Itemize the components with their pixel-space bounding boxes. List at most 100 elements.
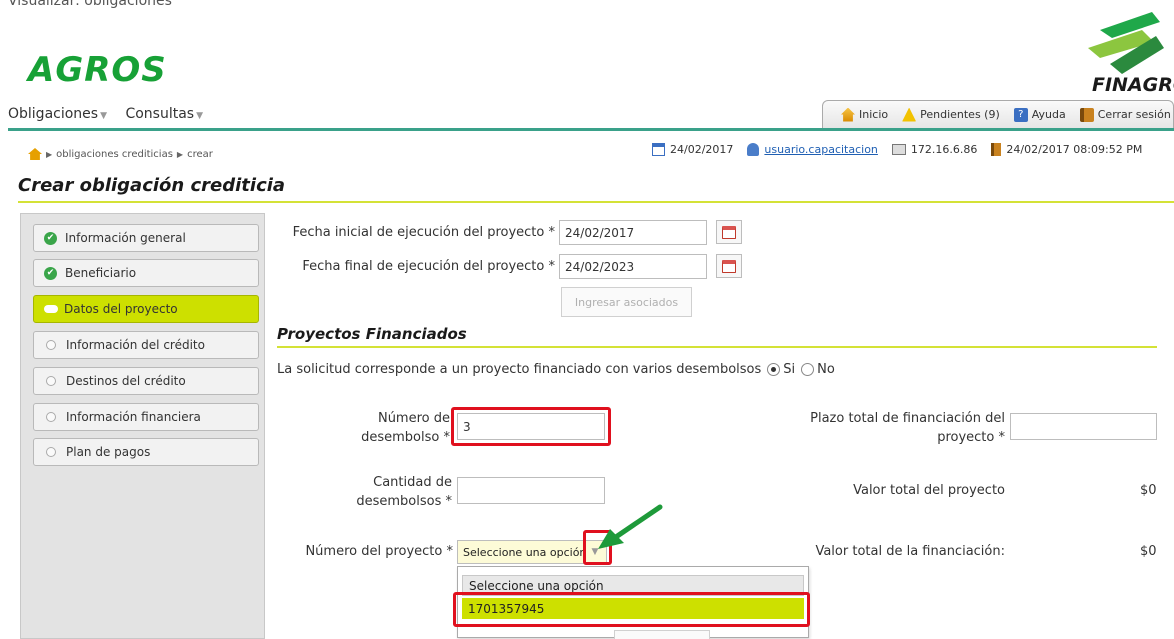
- sidebar-item-informacion-financiera[interactable]: Información financiera: [33, 403, 259, 431]
- user-link[interactable]: usuario.capacitacion: [764, 143, 878, 156]
- sidebar-item-datos-del-proyecto[interactable]: Datos del proyecto: [33, 295, 259, 323]
- warning-icon: [902, 107, 917, 122]
- varios-desembolsos-question: La solicitud corresponde a un proyecto f…: [277, 362, 835, 377]
- pending-step-icon: [46, 376, 56, 386]
- toolbar-pendientes[interactable]: Pendientes (9): [902, 107, 1000, 122]
- title-divider: [18, 201, 1174, 203]
- radio-no[interactable]: [801, 363, 815, 376]
- sidebar-item-beneficiario[interactable]: ✔ Beneficiario: [33, 259, 259, 287]
- pending-step-icon: [46, 340, 56, 350]
- cantidad-desembolsos-label-line2: desembolsos *: [356, 494, 452, 509]
- steps-sidebar: ✔ Información general ✔ Beneficiario Dat…: [20, 213, 265, 639]
- varios-desembolsos-label: La solicitud corresponde a un proyecto f…: [277, 362, 762, 377]
- toolbar-ayuda-label: Ayuda: [1031, 108, 1066, 121]
- status-date-value: 24/02/2017: [670, 143, 734, 156]
- cantidad-desembolsos-input[interactable]: [457, 477, 605, 504]
- main-menu: Obligaciones ▼ Consultas ▼: [8, 106, 217, 122]
- plazo-total-label: Plazo total de financiación del proyecto…: [790, 409, 1005, 447]
- finagro-wordmark: FINAGRO: [1092, 74, 1174, 96]
- numero-desembolso-label-line1: Número de: [377, 411, 450, 426]
- cantidad-desembolsos-label-line1: Cantidad de: [373, 475, 452, 490]
- toolbar-cerrar-sesion[interactable]: Cerrar sesión: [1079, 107, 1171, 122]
- cantidad-desembolsos-label: Cantidad de desembolsos *: [330, 473, 452, 511]
- chevron-right-icon: ▶: [46, 149, 53, 159]
- help-icon: ?: [1013, 107, 1028, 122]
- chevron-down-icon: ▼: [100, 111, 108, 121]
- door-icon: [991, 143, 1002, 156]
- sidebar-item-label: Información del crédito: [66, 338, 205, 352]
- status-bar: 24/02/2017 usuario.capacitacion 172.16.6…: [652, 143, 1156, 156]
- valor-total-financiacion-label: Valor total de la financiación:: [815, 544, 1005, 559]
- breadcrumb-obligaciones[interactable]: obligaciones crediticias: [56, 149, 173, 160]
- breadcrumb-crear: crear: [187, 148, 213, 160]
- radio-no-label: No: [817, 362, 835, 377]
- sidebar-item-label: Plan de pagos: [66, 445, 151, 459]
- agros-logo: AGROS: [28, 50, 167, 90]
- home-icon[interactable]: [28, 148, 42, 160]
- sidebar-item-informacion-general[interactable]: ✔ Información general: [33, 224, 259, 252]
- calendar-button[interactable]: [716, 254, 742, 278]
- ingresar-asociados-button[interactable]: Ingresar asociados: [561, 287, 692, 317]
- valor-total-proyecto-label: Valor total del proyecto: [853, 483, 1005, 498]
- toolbar-ayuda[interactable]: ? Ayuda: [1013, 107, 1066, 122]
- check-icon: ✔: [44, 231, 57, 245]
- numero-desembolso-label-line2: desembolso *: [361, 430, 450, 445]
- header-divider: [8, 128, 1174, 131]
- fecha-inicial-input[interactable]: 24/02/2017: [559, 220, 707, 245]
- calendar-icon: [722, 225, 736, 239]
- fecha-final-input[interactable]: 24/02/2023: [559, 254, 707, 279]
- chevron-right-icon: ▶: [176, 149, 184, 159]
- toolbar-inicio-label: Inicio: [859, 108, 889, 121]
- highlight-box: [451, 407, 611, 446]
- radio-si[interactable]: [767, 363, 781, 376]
- status-date: 24/02/2017: [652, 143, 733, 156]
- check-icon: ✔: [44, 266, 57, 280]
- sidebar-item-label: Datos del proyecto: [64, 302, 178, 316]
- toolbar-cerrar-label: Cerrar sesión: [1097, 108, 1171, 121]
- fecha-inicial-label: Fecha inicial de ejecución del proyecto …: [292, 225, 555, 240]
- plazo-total-label-line1: Plazo total de financiación del: [810, 411, 1005, 426]
- pointer-arrow-icon: [598, 504, 663, 549]
- toolbar-inicio[interactable]: Inicio: [841, 107, 889, 122]
- radio-si-label: Si: [783, 362, 796, 377]
- numero-proyecto-label: Número del proyecto *: [305, 544, 453, 559]
- sidebar-item-label: Beneficiario: [65, 266, 137, 280]
- status-ip: 172.16.6.86: [891, 143, 978, 156]
- status-ip-value: 172.16.6.86: [910, 143, 978, 156]
- top-cut-text: Visualizar: obligaciones: [8, 0, 172, 8]
- menu-obligaciones-label: Obligaciones: [8, 106, 99, 122]
- valor-total-financiacion-value: $0: [1140, 544, 1157, 559]
- user-icon: [747, 143, 760, 156]
- menu-consultas[interactable]: Consultas ▼: [125, 106, 203, 122]
- valor-total-proyecto-value: $0: [1140, 483, 1157, 498]
- sidebar-item-destinos-del-credito[interactable]: Destinos del crédito: [33, 367, 259, 395]
- section-divider: [277, 346, 1157, 348]
- menu-obligaciones[interactable]: Obligaciones ▼: [8, 106, 107, 122]
- highlight-box: [453, 592, 810, 627]
- calendar-icon: [652, 143, 665, 156]
- calendar-button[interactable]: [716, 220, 742, 244]
- sidebar-item-informacion-del-credito[interactable]: Información del crédito: [33, 331, 259, 359]
- calendar-icon: [722, 259, 736, 273]
- numero-desembolso-label: Número de desembolso *: [330, 409, 450, 447]
- sidebar-item-label: Información general: [65, 231, 186, 245]
- fecha-final-label: Fecha final de ejecución del proyecto *: [302, 259, 555, 274]
- plazo-total-input[interactable]: [1010, 413, 1157, 440]
- top-toolbar: Inicio Pendientes (9) ? Ayuda Cerrar ses…: [822, 100, 1174, 128]
- status-user: usuario.capacitacion: [747, 143, 878, 156]
- status-datetime: 24/02/2017 08:09:52 PM: [991, 143, 1142, 156]
- home-icon: [841, 107, 855, 122]
- hidden-button[interactable]: [614, 630, 710, 639]
- plazo-total-label-line2: proyecto *: [937, 430, 1005, 445]
- sidebar-item-plan-de-pagos[interactable]: Plan de pagos: [33, 438, 259, 466]
- pending-step-icon: [46, 447, 56, 457]
- status-datetime-value: 24/02/2017 08:09:52 PM: [1006, 143, 1143, 156]
- active-step-icon: [44, 305, 58, 313]
- sidebar-item-label: Información financiera: [66, 410, 201, 424]
- section-title: Proyectos Financiados: [277, 325, 467, 343]
- door-icon: [1079, 107, 1094, 122]
- sidebar-item-label: Destinos del crédito: [66, 374, 186, 388]
- network-icon: [891, 144, 906, 155]
- breadcrumb: ▶ obligaciones crediticias ▶ crear: [28, 148, 213, 160]
- pending-step-icon: [46, 412, 56, 422]
